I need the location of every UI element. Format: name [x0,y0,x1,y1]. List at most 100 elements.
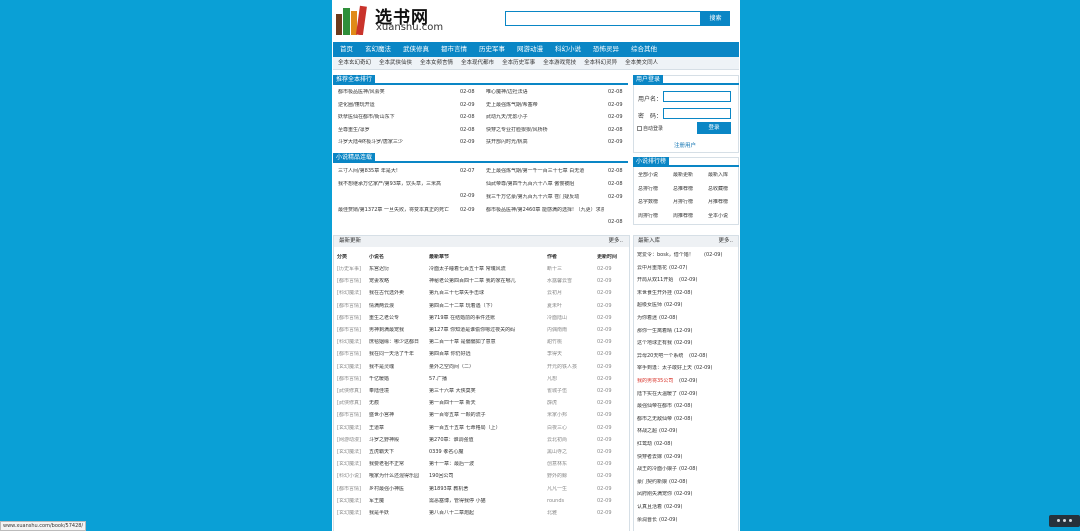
chapter-link[interactable]: 量外之空向间（二） [429,364,544,371]
book-link[interactable]: 末世食生开外挂 [637,290,672,297]
book-link[interactable]: 哦家为什么还混得乐园 [369,473,427,480]
username-field[interactable] [663,91,731,102]
rank-link[interactable]: 月排行榜 [673,199,693,206]
subnav-item[interactable]: 全本现代都市 [461,57,494,69]
chapter-link[interactable]: 第127章 你知道是谁偷你嗯过夜关的码 [429,327,544,334]
subnav-item[interactable]: 全本科幻灵异 [584,57,617,69]
chapter-link[interactable]: 第九百三十七章失手击球 [429,290,544,297]
book-link[interactable]: 斗罗之野神殿 [369,437,427,444]
nav-item[interactable]: 网游动漫 [517,42,543,57]
book-link[interactable]: 妖孽医仙在都市/街山东下 [338,114,456,121]
search-button[interactable]: 搜索 [701,11,730,26]
nav-item[interactable]: 首页 [340,42,353,57]
search-input[interactable] [505,11,701,26]
rank-link[interactable]: 总字数榜 [638,199,658,206]
chapter-link[interactable]: 我三千万亿豪/第九百九十六章 苍门疑反动 [486,194,604,201]
book-link[interactable]: 宰手到逢：太子敢好上天 [637,365,692,372]
chapter-link[interactable]: 我不想继承万亿家产/第93章，饮头草，三米高 [338,181,464,188]
rank-link[interactable]: 月推荐榜 [708,199,728,206]
book-link[interactable]: 庶毯姻缘：哪少这都日 [369,339,427,346]
book-link[interactable]: 超级女医师 [637,302,662,309]
register-link[interactable]: 注册用户 [674,141,696,149]
rank-link[interactable]: 全本小说 [708,213,728,220]
nav-item[interactable]: 科幻小说 [555,42,581,57]
book-link[interactable]: 陆下实在大温暖了 [637,391,677,398]
chapter-link[interactable]: 三寸人间/第835章 年是大! [338,168,464,175]
book-link[interactable]: 我的男将35公司 [637,378,673,385]
chapter-link[interactable]: 冷面太子睡着七百五十章 常魂风流 [429,266,544,273]
login-button[interactable]: 登录 [697,122,731,134]
chapter-link[interactable]: 都市极品医神/第2460章 能感满的选择! （九更）求票! [486,207,604,214]
nav-item[interactable]: 恐怖灵异 [593,42,619,57]
book-link[interactable]: 宠妻攻略 [369,278,427,285]
book-link[interactable]: 我要老祖不正常 [369,461,427,468]
book-link[interactable]: 最强仙帝在都市 [637,403,672,410]
password-field[interactable] [663,108,731,119]
book-link[interactable]: 无痕 [369,400,427,407]
book-link[interactable]: 豪门契约新娘 [637,479,667,486]
book-link[interactable]: 凤府刚失满宠你 [637,491,672,498]
subnav-item[interactable]: 全本玄幻奇幻 [338,57,371,69]
book-link[interactable]: 都市之无敌仙帝 [637,416,672,423]
book-link[interactable]: 宠爱令：bosk，借个婚！ [637,252,694,259]
book-link[interactable]: 重生之老公专 [369,315,427,322]
nav-item[interactable]: 武侠修真 [403,42,429,57]
subnav-item[interactable]: 全本历史军事 [502,57,535,69]
book-link[interactable]: 我在古代选外卖 [369,290,427,297]
book-link[interactable]: 我是半妖 [369,510,427,517]
rank-link[interactable]: 总排行榜 [638,186,658,193]
subnav-item[interactable]: 全本女频言情 [420,57,453,69]
latest-more-link[interactable]: 更多.. [609,236,624,247]
chapter-link[interactable]: 第1893章 教机舍 [429,486,544,493]
book-link[interactable]: 男神剩满最宠我 [369,327,427,334]
chapter-link[interactable]: 第四百章 你仍好远 [429,351,544,358]
book-link[interactable]: 开局从双11开始 [637,277,673,284]
chapter-link[interactable]: 第270章：谁调强值 [429,437,544,444]
chapter-link[interactable]: 第二百一十章 是偏偏如了意意 [429,339,544,346]
book-link[interactable]: 快穿之专业打脸狠狠/风桥桥 [486,127,602,134]
book-link[interactable]: 盛世小宫神 [369,412,427,419]
book-link[interactable]: 余润晋长 [637,517,657,524]
rank-link[interactable]: 周排行榜 [638,213,658,220]
book-link[interactable]: 这个地球正有我 [637,340,672,347]
nav-item[interactable]: 都市言情 [441,42,467,57]
book-link[interactable]: 我不是灵魂 [369,364,427,371]
chapter-link[interactable]: 第一百零五章 一颗的流子 [429,412,544,419]
nav-item[interactable]: 综合其他 [631,42,657,57]
book-link[interactable]: 情满两云浪 [369,303,427,310]
chapter-link[interactable]: 仙武帝尊/第四千九百六十八章 傲慢被阻 [486,181,604,188]
book-link[interactable]: 王道章 [369,425,427,432]
book-link[interactable]: 武动九天/无影小子 [486,114,602,121]
chapter-link[interactable]: 神秘老公第四百四十二章 我的家在哪儿 [429,278,544,285]
book-link[interactable]: 东宫迟衍 [369,266,427,273]
book-link[interactable]: 史上最强炼气期/希塞帝 [486,102,602,109]
rank-link[interactable]: 总推荐榜 [673,186,693,193]
rank-link[interactable]: 总收藏榜 [708,186,728,193]
book-link[interactable]: 至尊重生/凛罗 [338,127,456,134]
subnav-item[interactable]: 全本美文同人 [625,57,658,69]
book-link[interactable]: 斗罗大陆4终极斗罗/唐家三少 [338,139,456,146]
nav-item[interactable]: 历史军事 [479,42,505,57]
chapter-link[interactable]: 需恶塞博，管得我停 小猫 [429,498,544,505]
chapter-link[interactable]: 第一百五十五章 七命格局（上） [429,425,544,432]
book-link[interactable]: 快穿者去嫁 [637,454,662,461]
chapter-link[interactable]: 57.广播 [429,376,544,383]
rank-link[interactable]: 周推荐榜 [673,213,693,220]
newbooks-more-link[interactable]: 更多.. [719,236,734,247]
book-link[interactable]: 林战之超 [637,428,657,435]
book-link[interactable]: 异母20天吧一个系统 [637,353,683,360]
book-link[interactable]: 千亿暖婚 [369,376,427,383]
subnav-item[interactable]: 全本武侠仙侠 [379,57,412,69]
book-link[interactable]: 都市极品医神/风会笑 [338,89,456,96]
remember-checkbox[interactable] [637,126,642,131]
book-link[interactable]: 我在同一天活了千年 [369,351,427,358]
chapter-link[interactable]: 第三十六章 大侠莫笑 [429,388,544,395]
chapter-link[interactable]: 190回公司 [429,473,544,480]
chapter-link[interactable]: 第十一章：最后一波 [429,461,544,468]
book-link[interactable]: 五虎霸天下 [369,449,427,456]
chapter-link[interactable]: 史上最强炼气期/第一千一百三十七章 白无道 [486,168,604,175]
book-link[interactable]: 逆化圈/懂玩开运 [338,102,456,109]
more-icon[interactable] [1049,515,1080,527]
book-link[interactable]: 唯心魔神/边社法语 [486,89,602,96]
book-link[interactable]: 云中月重落花 [637,265,667,272]
